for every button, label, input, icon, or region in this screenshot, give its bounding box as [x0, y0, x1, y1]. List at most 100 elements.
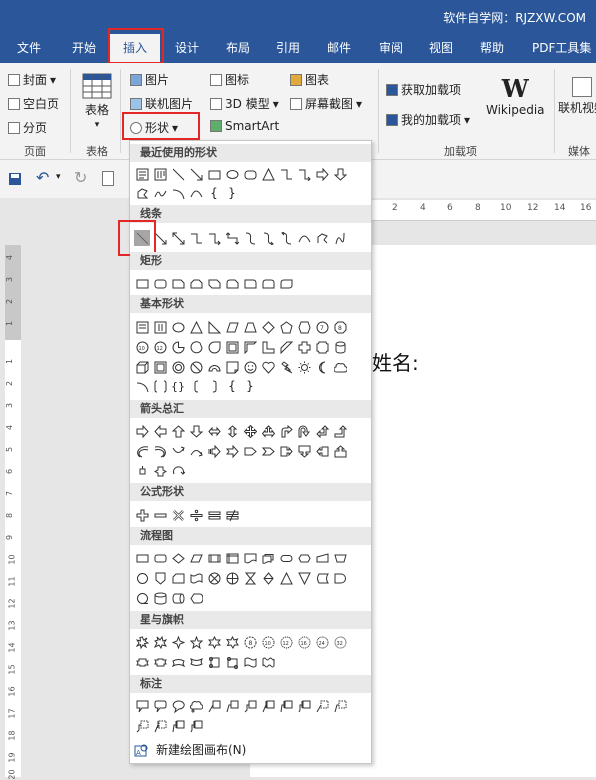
tab-review[interactable]: 审阅 — [379, 34, 403, 63]
line-callout-1-shape[interactable] — [206, 698, 222, 714]
curved-ribbon-up-shape[interactable] — [170, 654, 186, 670]
elbow-connector-line-shape[interactable] — [188, 230, 204, 246]
minus-shape[interactable] — [152, 507, 168, 523]
arc-shape[interactable] — [170, 185, 186, 201]
oval-callout-shape[interactable] — [170, 698, 186, 714]
triangle-shape[interactable] — [260, 166, 276, 182]
folded-corner-shape[interactable] — [224, 359, 240, 375]
tab-home[interactable]: 开始 — [72, 34, 96, 63]
curved-arrow-connector-shape[interactable] — [260, 230, 276, 246]
blank-page-button[interactable]: 空白页 — [8, 95, 59, 112]
text-box-shape[interactable] — [134, 166, 150, 182]
bent-up-arrow-shape[interactable] — [332, 423, 348, 439]
flowchart-punched-tape-shape[interactable] — [188, 570, 204, 586]
line-callout-accent-border-3-shape[interactable] — [188, 718, 204, 734]
cube-shape[interactable] — [134, 359, 150, 375]
line-callout-accent-2-shape[interactable] — [278, 698, 294, 714]
curved-right-arrow-shape[interactable] — [134, 443, 150, 459]
flowchart-predefined-process-shape[interactable] — [206, 550, 222, 566]
flowchart-display-shape[interactable] — [188, 590, 204, 606]
explosion-2-shape[interactable] — [152, 634, 168, 650]
flowchart-delay-shape[interactable] — [332, 570, 348, 586]
rectangular-callout-shape[interactable] — [134, 698, 150, 714]
curve-shape[interactable] — [188, 185, 204, 201]
double-bracket-shape[interactable] — [152, 378, 168, 394]
icons-button[interactable]: 图标 — [210, 71, 249, 88]
plus-shape[interactable] — [134, 507, 150, 523]
flowchart-sort-shape[interactable] — [260, 570, 276, 586]
get-addins-button[interactable]: 获取加载项 — [386, 81, 461, 98]
left-brace-shape[interactable]: { — [206, 185, 222, 201]
tab-design[interactable]: 设计 — [175, 34, 199, 63]
ribbon-up-shape[interactable] — [134, 654, 150, 670]
cross-shape[interactable] — [296, 339, 312, 355]
pentagon-shape[interactable] — [278, 319, 294, 335]
redo-icon[interactable]: ↻ — [74, 168, 87, 187]
down-arrow-shape[interactable] — [332, 166, 348, 182]
line-shape[interactable] — [170, 166, 186, 182]
hexagon-shape[interactable] — [296, 319, 312, 335]
pie-shape[interactable] — [170, 339, 186, 355]
elbow-connector-shape[interactable] — [278, 166, 294, 182]
frame-shape[interactable] — [224, 339, 240, 355]
right-triangle-shape[interactable] — [206, 319, 222, 335]
can-shape[interactable] — [332, 339, 348, 355]
down-block-arrow-shape[interactable] — [188, 423, 204, 439]
tab-insert[interactable]: 插入 — [110, 34, 160, 63]
parallelogram-shape[interactable] — [224, 319, 240, 335]
undo-icon[interactable]: ↶ — [36, 168, 49, 187]
shapes-button[interactable]: 形状 ▾ — [130, 119, 178, 136]
l-shape[interactable] — [260, 339, 276, 355]
explosion-1-shape[interactable] — [134, 634, 150, 650]
vertical-text-box-shape[interactable] — [152, 166, 168, 182]
line-callout-border-3-shape[interactable] — [134, 718, 150, 734]
flowchart-terminator-shape[interactable] — [278, 550, 294, 566]
basic-oval-shape[interactable] — [170, 319, 186, 335]
flowchart-direct-access-storage-shape[interactable] — [170, 590, 186, 606]
star-24-point-shape[interactable]: 24 — [314, 634, 330, 650]
flowchart-collate-shape[interactable] — [242, 570, 258, 586]
bevel-shape[interactable] — [152, 359, 168, 375]
curved-connector-shape[interactable] — [242, 230, 258, 246]
tab-layout[interactable]: 布局 — [226, 34, 250, 63]
curved-left-arrow-shape[interactable] — [152, 443, 168, 459]
right-arrow-shape[interactable] — [314, 166, 330, 182]
lightning-bolt-shape[interactable] — [278, 359, 294, 375]
star-8-point-shape[interactable]: 8 — [242, 634, 258, 650]
circular-arrow-shape[interactable] — [170, 463, 186, 479]
striped-right-arrow-shape[interactable] — [206, 443, 222, 459]
ribbon-down-shape[interactable] — [152, 654, 168, 670]
flowchart-document-shape[interactable] — [242, 550, 258, 566]
bent-arrow-shape[interactable] — [278, 423, 294, 439]
flowchart-merge-shape[interactable] — [296, 570, 312, 586]
right-arrow-callout-shape[interactable] — [278, 443, 294, 459]
curved-ribbon-down-shape[interactable] — [188, 654, 204, 670]
division-shape[interactable] — [188, 507, 204, 523]
scribble-line-shape[interactable] — [332, 230, 348, 246]
flowchart-magnetic-disk-shape[interactable] — [152, 590, 168, 606]
3d-model-button[interactable]: 3D 模型 ▾ — [210, 95, 279, 112]
double-wave-shape[interactable] — [260, 654, 276, 670]
cloud-callout-shape[interactable] — [188, 698, 204, 714]
tab-mailings[interactable]: 邮件 — [327, 34, 351, 63]
left-right-up-arrow-shape[interactable] — [260, 423, 276, 439]
smartart-button[interactable]: SmartArt — [210, 119, 279, 133]
trapezoid-shape[interactable] — [242, 319, 258, 335]
tab-view[interactable]: 视图 — [429, 34, 453, 63]
right-bracket-shape[interactable] — [206, 378, 222, 394]
left-bracket-shape[interactable] — [188, 378, 204, 394]
line-arrow-shape[interactable] — [152, 230, 168, 246]
line-callout-accent-border-2-shape[interactable] — [170, 718, 186, 734]
page-break-button[interactable]: 分页 — [8, 119, 47, 136]
right-block-arrow-shape[interactable] — [134, 423, 150, 439]
my-addins-button[interactable]: 我的加载项 ▾ — [386, 111, 470, 128]
left-block-arrow-shape[interactable] — [152, 423, 168, 439]
freeform-shape[interactable] — [134, 185, 150, 201]
freeform-line-shape[interactable] — [314, 230, 330, 246]
line-callout-accent-3-shape[interactable] — [296, 698, 312, 714]
up-block-arrow-shape[interactable] — [170, 423, 186, 439]
star-5-point-shape[interactable] — [188, 634, 204, 650]
rounded-rectangle-shape[interactable] — [242, 166, 258, 182]
smiley-face-shape[interactable] — [242, 359, 258, 375]
pentagon-arrow-shape[interactable] — [242, 443, 258, 459]
